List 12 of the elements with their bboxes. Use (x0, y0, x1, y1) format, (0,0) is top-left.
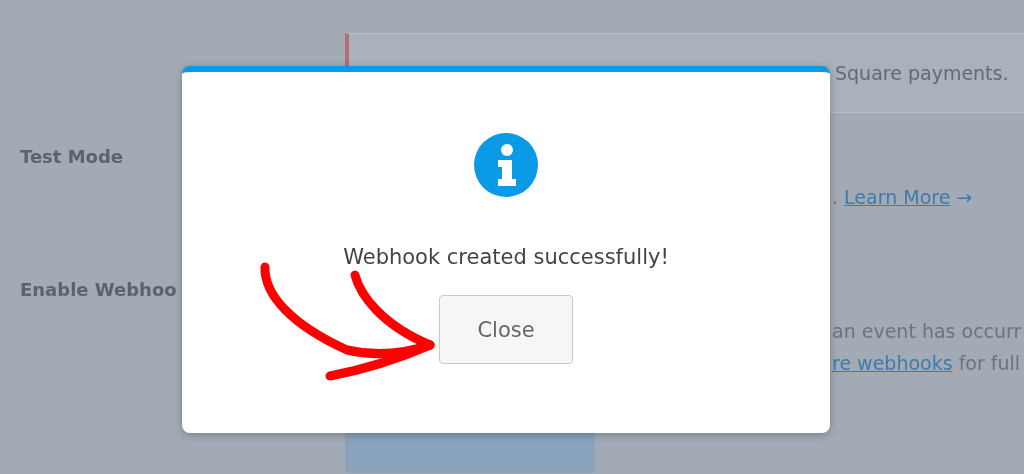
doc-link[interactable]: Learn More (844, 186, 951, 208)
setting-label: Test Mode (19, 145, 125, 169)
info-icon (474, 133, 538, 197)
setting-description: re webhooks for full (832, 351, 1022, 375)
setting-description: an event has occurr (832, 319, 1022, 343)
dialog-message: Webhook created successfully! (343, 245, 669, 269)
arrow-icon: → (956, 186, 973, 208)
notice-text: Square payments. (835, 62, 1009, 84)
setting-label: Enable Webhoo (19, 278, 178, 302)
doc-link[interactable]: re webhooks (832, 352, 953, 374)
setting-description: . Learn More → (832, 185, 973, 209)
close-button[interactable]: Close (439, 295, 573, 364)
